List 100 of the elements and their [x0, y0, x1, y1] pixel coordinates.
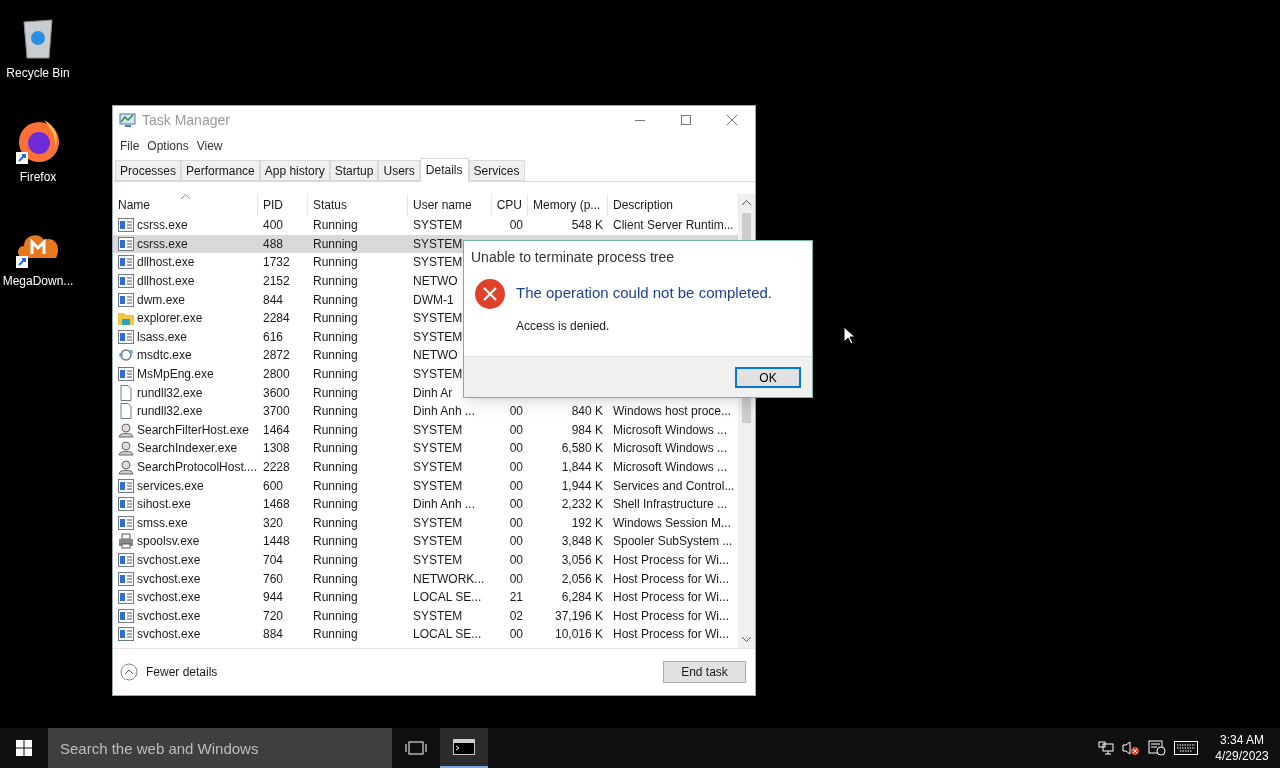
table-cell-text: 00 [509, 477, 523, 495]
table-cell-text: 1468 [263, 496, 290, 514]
desktop-icon-label[interactable]: MegaDown... [2, 272, 74, 290]
search-field[interactable]: Search the web and Windows [48, 728, 392, 768]
table-cell-text: svchost.exe [137, 570, 201, 588]
taskbar-app-button[interactable] [440, 728, 488, 768]
table-cell-text: 488 [263, 235, 284, 253]
menu-item[interactable]: Options [143, 137, 193, 155]
table-cell-text: NETWORK... [413, 570, 485, 588]
table-cell-text: 600 [263, 477, 284, 495]
tab[interactable]: Users [378, 160, 420, 181]
desktop-icon-label[interactable]: Recycle Bin [6, 64, 70, 82]
table-cell-text: Running [313, 254, 358, 272]
table-cell-text: 00 [509, 626, 523, 644]
table-cell-text: 760 [263, 570, 284, 588]
table-cell-text: 00 [509, 552, 523, 569]
table-cell-text: Running [313, 589, 358, 607]
tab[interactable]: Performance [181, 160, 260, 181]
table-cell-text: Windows Session M... [613, 514, 732, 532]
fewer-details-button[interactable]: Fewer details [120, 663, 218, 681]
file-icon [118, 403, 134, 420]
user-search-icon [118, 440, 134, 457]
window-icon [118, 590, 134, 605]
table-cell-text: 1464 [263, 421, 290, 439]
end-task-button[interactable]: End task [663, 661, 746, 683]
table-cell-text: 21 [509, 589, 523, 607]
table-cell-text: dwm.exe [137, 291, 186, 309]
table-cell-text: Running [313, 552, 358, 569]
table-cell-text: SYSTEM [413, 533, 463, 551]
table-cell-text: SYSTEM [413, 217, 463, 235]
notification-icon [1148, 740, 1166, 756]
tab[interactable]: Startup [329, 160, 379, 181]
tab[interactable]: Services [468, 160, 525, 181]
window-icon [118, 571, 134, 586]
table-cell-text: SYSTEM [413, 235, 463, 253]
table-cell-text: Running [313, 533, 358, 551]
table-cell-text: Running [313, 626, 358, 644]
menu-item[interactable]: File [116, 137, 144, 155]
table-cell-text: Running [313, 496, 358, 514]
table-cell-text: Running [313, 217, 358, 235]
table-cell-text: svchost.exe [137, 626, 201, 644]
ok-button[interactable]: OK [735, 366, 801, 388]
tab[interactable]: Processes [115, 160, 182, 181]
table-cell-text: SYSTEM [413, 310, 463, 328]
table-cell-text: 2284 [263, 310, 290, 328]
table-cell-text: 00 [509, 533, 523, 551]
table-cell-text: LOCAL SE... [413, 589, 482, 607]
window-icon [118, 292, 134, 307]
table-cell-text: Microsoft Windows ... [613, 459, 728, 476]
table-cell-text: Running [313, 607, 358, 625]
table-cell-text: lsass.exe [137, 328, 188, 346]
table-cell-text: Client Server Runtim... [613, 217, 734, 235]
table-cell-text: 00 [509, 496, 523, 514]
windows-logo-icon [16, 740, 32, 756]
mouse-cursor-icon [843, 326, 855, 345]
table-cell-text: 1732 [263, 254, 290, 272]
printer-icon [118, 533, 134, 550]
tab[interactable]: Details [419, 158, 469, 182]
error-icon [474, 278, 506, 310]
table-cell-text: msdtc.exe [137, 347, 192, 365]
table-cell-text: services.exe [137, 477, 204, 495]
table-cell-text: Microsoft Windows ... [613, 421, 728, 439]
keyboard-icon [1174, 741, 1198, 755]
table-cell-text: Shell Infrastructure ... [613, 496, 728, 514]
clock-date: 4/29/2023 [1215, 748, 1269, 764]
table-cell-text: 1308 [263, 440, 290, 458]
task-view-icon [405, 741, 427, 755]
table-cell-text: 844 [263, 291, 284, 309]
desktop-icon-label[interactable]: Firefox [19, 168, 57, 186]
collapse-icon [120, 663, 138, 681]
table-cell-text: dllhost.exe [137, 273, 195, 291]
menu-item[interactable]: View [192, 137, 227, 155]
clock[interactable]: 3:34 AM 4/29/2023 [1210, 732, 1274, 764]
table-cell-text: Host Process for Wi... [613, 589, 730, 607]
table-cell-text: MsMpEng.exe [137, 366, 214, 384]
table-cell-text: 02 [509, 607, 523, 625]
table-cell-text: SearchProtocolHost.... [137, 459, 258, 476]
window-icon [118, 608, 134, 623]
table-cell-text: SYSTEM [413, 440, 463, 458]
table-cell-text: 3,848 K [561, 533, 603, 551]
table-cell-text: 2,232 K [561, 496, 603, 514]
tab[interactable]: App history [259, 160, 330, 181]
table-cell-text: 3,056 K [561, 552, 603, 569]
table-cell-text: 944 [263, 589, 284, 607]
table-cell-text: Microsoft Windows ... [613, 440, 728, 458]
table-cell-text: Host Process for Wi... [613, 552, 730, 569]
table-cell-text: Running [313, 291, 358, 309]
table-cell-text: Running [313, 403, 358, 421]
table-cell-text: 840 K [571, 403, 603, 421]
close-icon [727, 115, 737, 125]
maximize-icon [681, 115, 691, 125]
window-icon [118, 497, 134, 512]
table-cell-text: 00 [509, 421, 523, 439]
table-cell-text: svchost.exe [137, 589, 201, 607]
folder-icon [118, 311, 134, 326]
table-cell-text: 320 [263, 514, 284, 532]
scroll-down-icon [742, 637, 751, 642]
table-cell-text: 2800 [263, 366, 290, 384]
table-cell-text: Running [313, 440, 358, 458]
window-icon [118, 255, 134, 270]
